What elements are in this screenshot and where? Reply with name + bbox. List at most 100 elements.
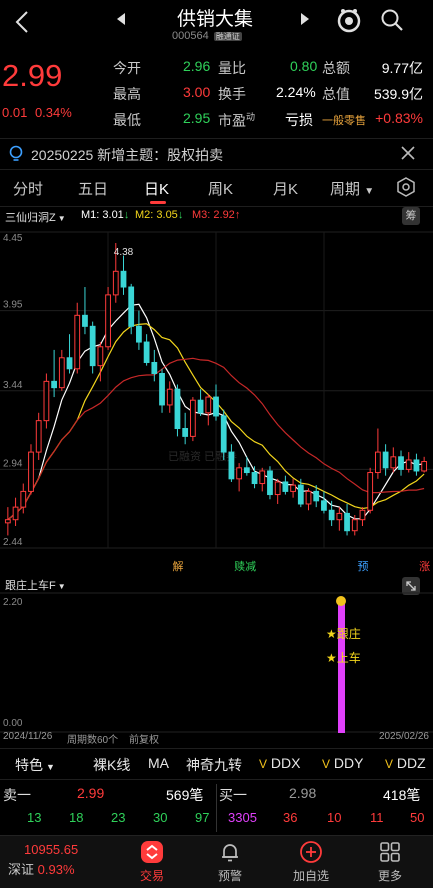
signal-label-follow: ★跟庄 [326, 627, 361, 641]
y-tick-label: 3.95 [3, 300, 23, 311]
high-label: 最高 [113, 86, 141, 102]
stock-code: 000564 融通证 [172, 30, 242, 42]
low-value: 2.95 [183, 110, 211, 126]
candle-body [174, 388, 181, 430]
candle-body [344, 512, 350, 532]
tab-period[interactable]: 周期 ▼ [330, 178, 374, 199]
candle-body [313, 490, 320, 502]
buy-tick: 50 [410, 810, 425, 825]
y-tick-label: 2.44 [3, 537, 23, 548]
market-value-label: 总值 [322, 86, 350, 102]
sell-tick: 13 [27, 810, 42, 825]
ddz-button[interactable]: V DDZ [385, 755, 426, 771]
nav-add-favorite[interactable]: 加自选 [281, 840, 341, 884]
grid-icon [380, 842, 400, 862]
nav-trade-label: 交易 [139, 869, 164, 883]
ma3-value: M3: 2.92 [192, 209, 235, 221]
feature-dropdown[interactable]: 特色 ▼ [15, 755, 55, 775]
sub-indicator-panel: 跟庄上车F ▼ 2.20 0.00 ★跟庄 ★上车 [0, 575, 433, 735]
buy1-label: 买一 [219, 787, 247, 803]
signal-marker [336, 596, 346, 606]
index-value: 10955.65 [24, 842, 79, 857]
sector-link[interactable]: 一般零售 [322, 112, 366, 128]
search-icon[interactable] [380, 8, 404, 37]
lightbulb-icon [9, 145, 23, 167]
candle-body [213, 396, 219, 417]
candle-body [305, 490, 312, 505]
candle-body [367, 472, 374, 511]
candle-body [35, 420, 42, 453]
close-icon[interactable] [399, 144, 417, 167]
feature-label: 特色 [15, 757, 43, 773]
back-icon[interactable] [12, 8, 32, 36]
add-circle-icon [300, 841, 322, 863]
ma1-arrow: ↓ [123, 209, 130, 221]
ddx-label: DDX [270, 755, 301, 771]
vip-icon: V [385, 757, 394, 771]
trade-icon [141, 841, 163, 863]
chip-button[interactable]: 筹 [402, 207, 420, 225]
candle-body [166, 388, 173, 406]
candle-body [189, 399, 196, 437]
prev-stock-icon[interactable] [116, 12, 126, 31]
pe-label-text: 市盈 [218, 112, 246, 129]
candle-body [259, 470, 266, 485]
tab-weekly-k[interactable]: 周K [208, 178, 233, 199]
candle-body [421, 461, 428, 472]
candle-body [290, 484, 296, 492]
candle-body [243, 467, 250, 474]
turnover-value: 2.24% [276, 84, 316, 100]
change-value: 0.01 [2, 105, 28, 120]
caret-down-icon: ▼ [364, 186, 375, 197]
index-name: 深证 [8, 862, 35, 877]
indicator-name: 三仙归洞Z [5, 212, 56, 224]
amount-label: 总额 [322, 60, 350, 76]
naked-k-button[interactable]: 裸K线 [93, 755, 130, 775]
index-ticker[interactable]: 10955.65 深证 0.93% [8, 842, 78, 878]
indicator-selector[interactable]: 三仙归洞Z ▼ [5, 209, 66, 225]
active-tab-indicator [150, 201, 166, 204]
candle-body [390, 456, 397, 469]
y-tick-label: 2.94 [3, 458, 23, 469]
ddy-label: DDY [333, 755, 364, 771]
candle-body [151, 361, 158, 374]
kline-chart[interactable]: 4.45 3.95 3.44 2.94 2.44 已融资 已融券 4.38 解 赎减 预 涨 [0, 228, 433, 578]
indicator-bar: 三仙归洞Z ▼ M1: 3.01↓ M2: 3.05↓ M3: 2.92↑ 筹 [0, 206, 433, 228]
candle-body [12, 506, 19, 521]
vip-icon: V [259, 757, 268, 771]
y-tick-label: 4.45 [3, 233, 23, 244]
caret-down-icon: ▼ [46, 762, 55, 772]
assistant-icon[interactable] [336, 7, 362, 38]
bottom-nav: 10955.65 深证 0.93% 交易 预警 加自选 更多 [0, 835, 433, 888]
tab-intraday[interactable]: 分时 [13, 178, 43, 199]
sector-change[interactable]: +0.83% [375, 110, 423, 126]
settings-icon[interactable] [396, 177, 416, 202]
tab-monthly-k[interactable]: 月K [273, 178, 298, 199]
sell1-volume: 569笔 [166, 787, 204, 803]
nav-trade[interactable]: 交易 [122, 840, 182, 884]
volume-ratio-value: 0.80 [290, 58, 318, 74]
date-axis: 2024/11/26 周期数60个 前复权 2025/02/26 [0, 730, 433, 746]
magic-nine-button[interactable]: 神奇九转 [186, 755, 242, 775]
theme-notice[interactable]: 20250225 新增主题：股权拍卖 [0, 138, 433, 170]
candle-body [182, 428, 189, 437]
candle-body [267, 470, 273, 496]
tab-five-day[interactable]: 五日 [78, 178, 108, 199]
ddx-button[interactable]: V DDX [259, 755, 300, 771]
tab-daily-k[interactable]: 日K [144, 178, 169, 199]
ddy-button[interactable]: V DDY [322, 755, 363, 771]
candle-body [405, 459, 412, 470]
tab-period-label: 周期 [330, 181, 361, 198]
nav-more[interactable]: 更多 [360, 840, 420, 884]
nav-alert[interactable]: 预警 [200, 840, 260, 884]
candle-body [282, 481, 289, 492]
candle-body [220, 415, 227, 453]
candle-body [398, 456, 404, 470]
period-tabs: 分时 五日 日K 周K 月K 周期 ▼ [0, 170, 433, 207]
amount-value: 9.77亿 [381, 60, 423, 76]
index-pct: 0.93% [37, 862, 75, 877]
next-stock-icon[interactable] [300, 12, 310, 31]
vip-icon: V [322, 757, 331, 771]
ma-button[interactable]: MA [148, 755, 169, 771]
candle-body [274, 481, 281, 496]
